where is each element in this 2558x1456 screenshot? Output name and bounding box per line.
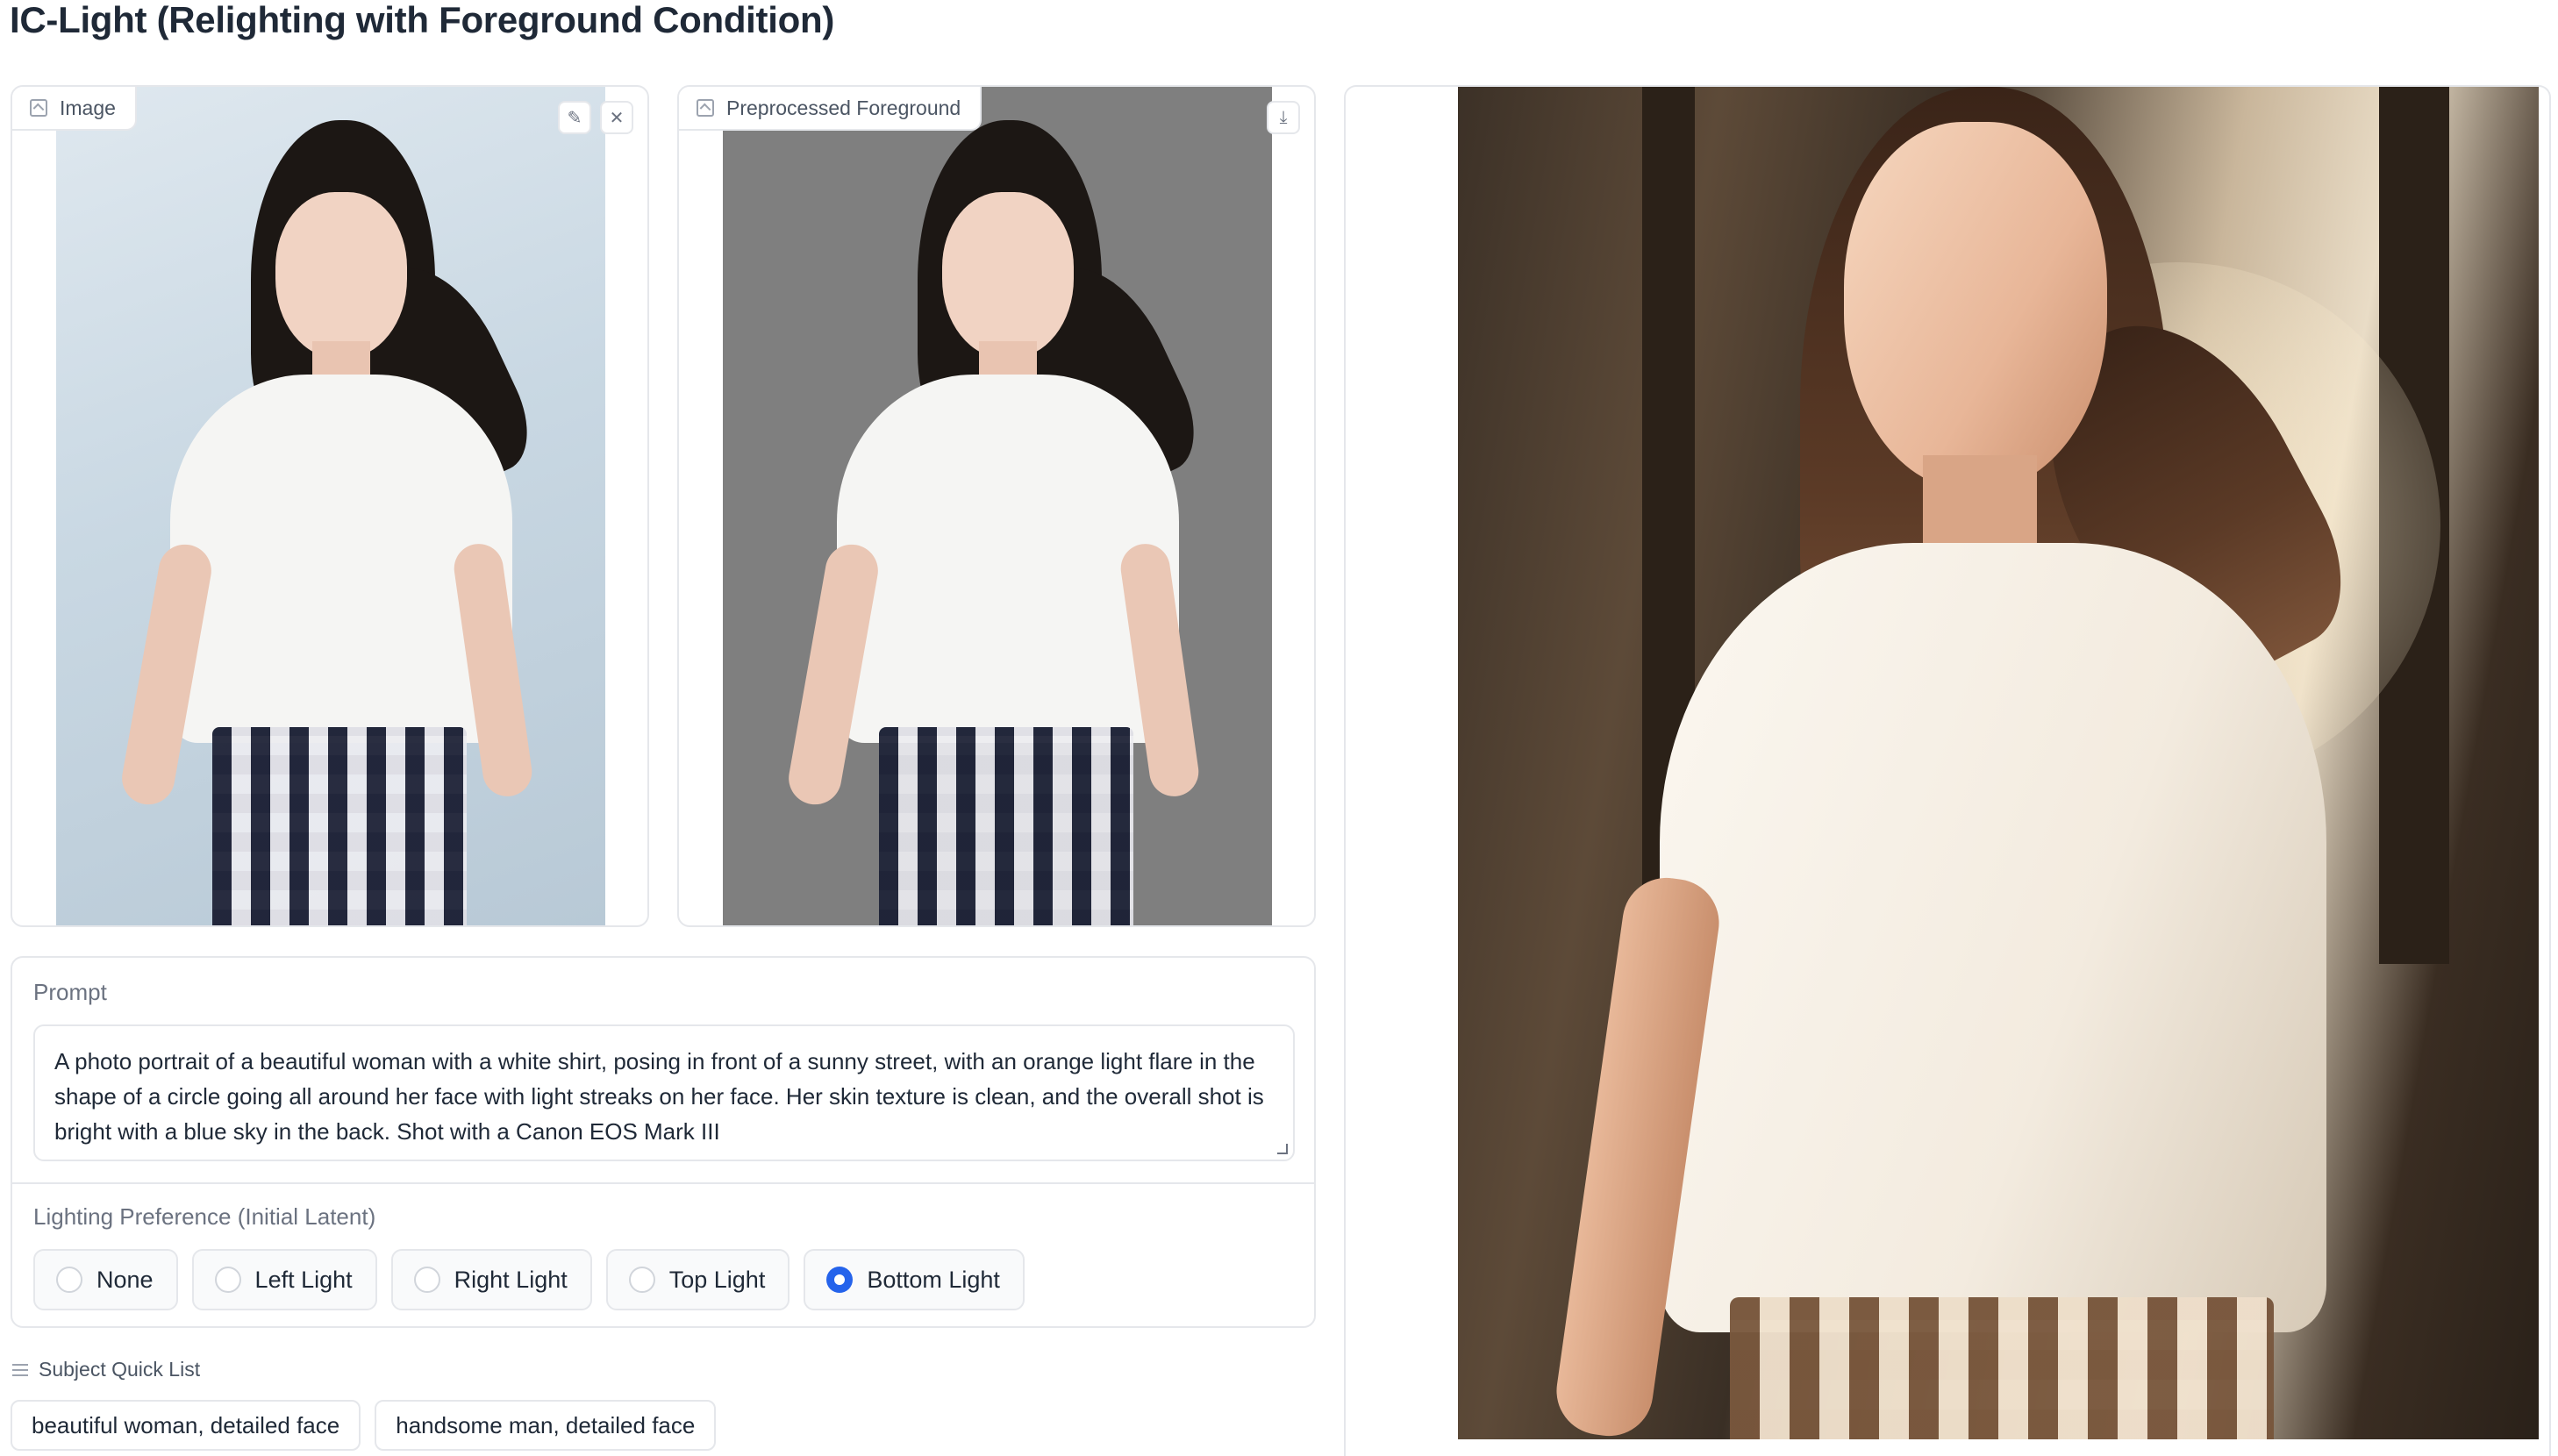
preprocessed-photo xyxy=(723,87,1272,925)
result-face xyxy=(1844,122,2107,490)
input-image-photo xyxy=(56,87,605,925)
download-button[interactable]: ⤓ xyxy=(1267,101,1300,134)
prompt-text: A photo portrait of a beautiful woman wi… xyxy=(54,1048,1264,1145)
lighting-radio-group: None Left Light Right Light Top Light Bo… xyxy=(33,1249,1025,1310)
preprocessed-foreground-panel: Preprocessed Foreground ⤓ xyxy=(677,85,1316,927)
radio-bottom-light[interactable]: Bottom Light xyxy=(804,1249,1025,1310)
result-image[interactable] xyxy=(1458,87,2539,1439)
subject-quick-list-label: Subject Quick List xyxy=(12,1358,200,1381)
input-image-panel[interactable]: Image ✎ ✕ xyxy=(11,85,649,927)
result-skirt xyxy=(1730,1297,2274,1439)
list-icon xyxy=(12,1363,28,1376)
divider xyxy=(12,1182,1314,1184)
prompt-panel: Prompt A photo portrait of a beautiful w… xyxy=(11,956,1316,1328)
radio-label: Top Light xyxy=(668,1266,766,1293)
input-image-label-text: Image xyxy=(60,96,116,119)
figure-skirt xyxy=(212,727,467,925)
preprocessed-label-text: Preprocessed Foreground xyxy=(726,96,961,119)
figure-face xyxy=(275,192,407,359)
radio-top-light[interactable]: Top Light xyxy=(605,1249,790,1310)
subject-quick-list: beautiful woman, detailed face handsome … xyxy=(11,1400,717,1451)
radio-label: None xyxy=(96,1266,154,1293)
edit-button[interactable]: ✎ xyxy=(558,101,591,134)
page-title: IC-Light (Relighting with Foreground Con… xyxy=(10,0,835,40)
pencil-icon: ✎ xyxy=(567,108,582,128)
quick-list-item[interactable]: handsome man, detailed face xyxy=(375,1400,717,1451)
radio-label: Right Light xyxy=(454,1266,568,1293)
radio-none[interactable]: None xyxy=(33,1249,178,1310)
image-icon xyxy=(30,99,47,117)
radio-circle-icon xyxy=(56,1267,82,1293)
lighting-label: Lighting Preference (Initial Latent) xyxy=(33,1203,376,1230)
figure-face xyxy=(942,192,1074,359)
radio-circle-icon xyxy=(413,1267,440,1293)
input-image-label: Image xyxy=(12,87,137,131)
image-icon xyxy=(697,99,714,117)
radio-selected-icon xyxy=(826,1267,854,1293)
preprocessed-label: Preprocessed Foreground xyxy=(679,87,982,131)
resize-handle-icon[interactable] xyxy=(1277,1144,1288,1154)
subject-figure xyxy=(723,87,1272,925)
quick-list-label-text: Subject Quick List xyxy=(39,1358,201,1381)
quick-list-item[interactable]: beautiful woman, detailed face xyxy=(11,1400,361,1451)
radio-label: Bottom Light xyxy=(867,1266,1000,1293)
radio-circle-icon xyxy=(214,1267,241,1293)
prompt-label: Prompt xyxy=(33,979,107,1005)
result-shirt xyxy=(1660,543,2326,1332)
prompt-textarea[interactable]: A photo portrait of a beautiful woman wi… xyxy=(33,1024,1295,1161)
radio-left-light[interactable]: Left Light xyxy=(191,1249,377,1310)
figure-skirt xyxy=(879,727,1133,925)
clear-image-button[interactable]: ✕ xyxy=(600,101,633,134)
result-gallery-panel xyxy=(1344,85,2551,1456)
subject-figure xyxy=(56,87,605,925)
close-icon: ✕ xyxy=(609,108,625,128)
radio-circle-icon xyxy=(628,1267,655,1293)
download-icon: ⤓ xyxy=(1279,107,1288,127)
radio-label: Left Light xyxy=(254,1266,353,1293)
radio-right-light[interactable]: Right Light xyxy=(390,1249,592,1310)
